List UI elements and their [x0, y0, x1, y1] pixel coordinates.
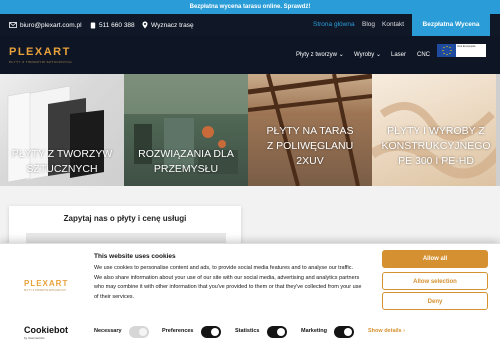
menu-plyty[interactable]: Płyty z tworzyw ⌄ — [296, 36, 344, 74]
deny-button[interactable]: Deny — [382, 292, 488, 310]
phone-link[interactable]: 511 660 388 — [90, 14, 135, 36]
caption-line: SZTUCZNYCH — [26, 163, 98, 175]
caption-line: PŁYTY I WYROBY Z — [387, 125, 485, 137]
nav-blog[interactable]: Blog — [362, 14, 375, 36]
menu-wyroby-label: Wyroby — [354, 52, 375, 58]
toggle-preferences[interactable] — [201, 326, 221, 338]
mail-icon — [9, 22, 17, 28]
hero-caption-4: PŁYTY I WYROBY Z KONSTRUKCYJNEGO PE 300 … — [372, 124, 500, 169]
eu-funding-label: Unia Europejska — [456, 44, 486, 57]
logo-tagline: PŁYTY Z TWORZYW SZTUCZNYCH — [9, 60, 72, 64]
free-quote-button[interactable]: Bezpłatna Wycena — [412, 14, 490, 36]
phone-text[interactable]: 511 660 388 — [99, 22, 135, 29]
nav-contact[interactable]: Kontakt — [382, 14, 404, 36]
caption-line: PE 300 I PE-HD — [398, 155, 474, 167]
email-text[interactable]: biuro@plexart.com.pl — [20, 22, 82, 29]
form-field[interactable] — [26, 233, 226, 243]
inquiry-form-title: Zapytaj nas o płyty i cenę usługi — [63, 214, 187, 223]
route-text[interactable]: Wyznacz trasę — [151, 22, 194, 29]
toggle-statistics[interactable] — [267, 326, 287, 338]
email-link[interactable]: biuro@plexart.com.pl — [9, 14, 82, 36]
hero-caption-1: PŁYTY Z TWORZYW SZTUCZNYCH — [0, 147, 124, 177]
cookiebot-sub: by Usercentrics — [24, 336, 45, 340]
hero-panel-industry[interactable]: ROZWIĄZANIA DLA PRZEMYSŁU — [124, 74, 248, 186]
allow-selection-button[interactable]: Allow selection — [382, 272, 488, 290]
map-pin-icon — [142, 21, 148, 29]
site-logo[interactable]: PLEXART — [9, 46, 71, 58]
cookie-logo-tagline: PŁYTY Z TWORZYW SZTUCZNYCH — [24, 289, 66, 292]
hero-panel-pe[interactable]: PŁYTY I WYROBY Z KONSTRUKCYJNEGO PE 300 … — [372, 74, 500, 186]
cookiebot-logo[interactable]: Cookiebot — [24, 325, 68, 335]
toggle-label-statistics: Statistics — [235, 328, 260, 334]
menu-laser[interactable]: Laser — [391, 36, 406, 74]
promo-text[interactable]: Bezpłatna wycena tarasu online. Sprawdź! — [190, 4, 311, 10]
caption-line: 2XUV — [296, 155, 324, 167]
hero-panel-plastics[interactable]: PŁYTY Z TWORZYW SZTUCZNYCH — [0, 74, 124, 186]
caption-line: Z POLIWĘGLANU — [266, 140, 354, 152]
show-details-label: Show details — [368, 328, 402, 334]
hero-caption-2: ROZWIĄZANIA DLA PRZEMYSŁU — [124, 147, 248, 177]
menu-cnc[interactable]: CNC — [417, 36, 430, 74]
phone-icon — [90, 22, 96, 28]
toggle-label-preferences: Preferences — [162, 328, 194, 334]
toggle-marketing[interactable] — [334, 326, 354, 338]
scrollbar[interactable] — [496, 74, 500, 186]
caption-line: KONSTRUKCYJNEGO — [381, 140, 491, 152]
eu-flag-icon — [437, 44, 457, 57]
hero-caption-3: PŁYTY NA TARAS Z POLIWĘGLANU 2XUV — [248, 124, 372, 169]
chevron-down-icon: ⌄ — [338, 52, 344, 58]
cookie-site-logo: PLEXART — [24, 279, 69, 288]
menu-wyroby[interactable]: Wyroby ⌄ — [354, 36, 381, 74]
cookie-banner: PLEXART PŁYTY Z TWORZYW SZTUCZNYCH This … — [0, 243, 500, 348]
caption-line: ROZWIĄZANIA DLA — [138, 148, 234, 160]
promo-banner[interactable]: Bezpłatna wycena tarasu online. Sprawdź! — [0, 0, 500, 14]
toggle-label-necessary: Necessary — [94, 328, 122, 334]
cookie-title: This website uses cookies — [94, 253, 176, 260]
cookie-description: We use cookies to personalise content an… — [94, 265, 362, 300]
nav-home[interactable]: Strona główna — [313, 14, 355, 36]
divider — [0, 243, 500, 244]
caption-line: PŁYTY NA TARAS — [266, 125, 354, 137]
toggle-label-marketing: Marketing — [301, 328, 327, 334]
caption-line: PRZEMYSŁU — [153, 163, 219, 175]
chevron-down-icon: ⌄ — [375, 52, 381, 58]
caption-line: PŁYTY Z TWORZYW — [11, 148, 113, 160]
toggle-necessary — [129, 326, 149, 338]
allow-all-button[interactable]: Allow all — [382, 250, 488, 268]
hero-panel-terrace[interactable]: PŁYTY NA TARAS Z POLIWĘGLANU 2XUV — [248, 74, 372, 186]
chevron-right-icon: › — [403, 328, 405, 334]
route-link[interactable]: Wyznacz trasę — [142, 14, 194, 36]
menu-plyty-label: Płyty z tworzyw — [296, 52, 338, 58]
show-details-link[interactable]: Show details › — [368, 328, 405, 334]
